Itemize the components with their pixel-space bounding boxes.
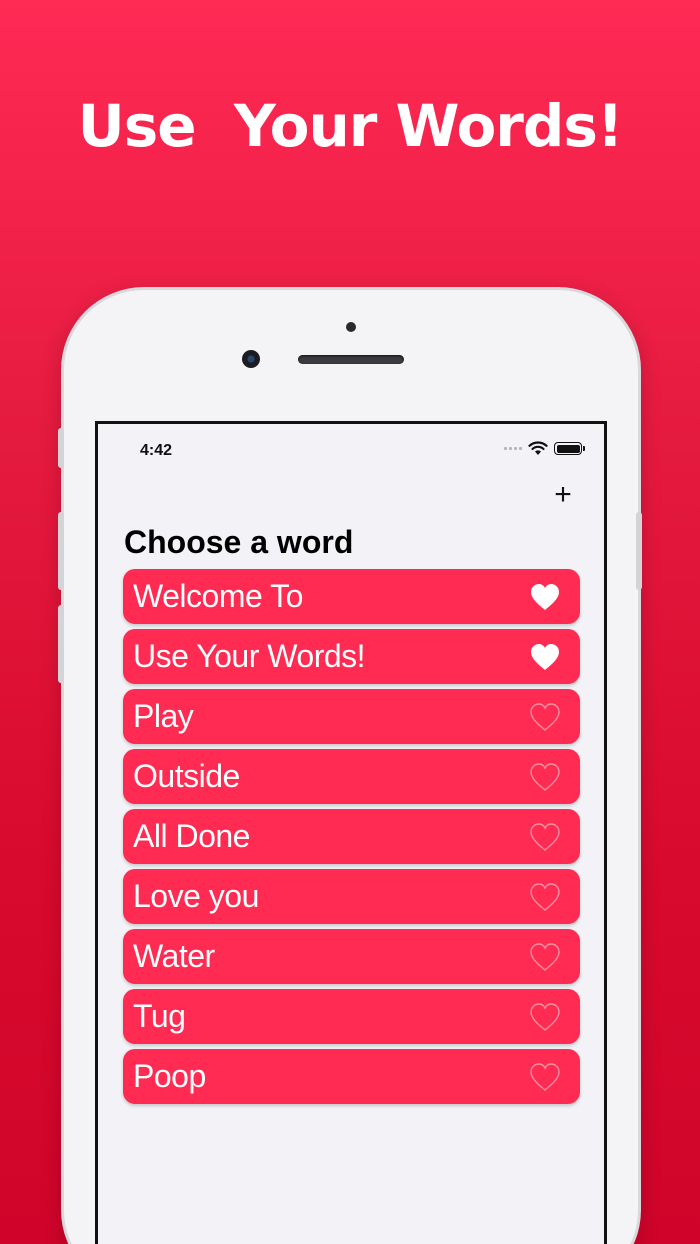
add-word-button[interactable]: + <box>548 480 578 510</box>
word-label: Poop <box>133 1058 206 1094</box>
promo-headline: Use Your Words! <box>77 92 624 160</box>
heart-outline-icon[interactable] <box>528 882 562 912</box>
front-camera <box>242 350 260 368</box>
word-row[interactable]: Outside <box>123 749 580 804</box>
battery-icon <box>554 442 585 455</box>
proximity-sensor <box>346 322 356 332</box>
heart-outline-icon[interactable] <box>528 822 562 852</box>
word-row[interactable]: Welcome To <box>123 569 580 624</box>
mute-switch <box>58 428 64 468</box>
heart-outline-icon[interactable] <box>528 1062 562 1092</box>
heart-outline-icon[interactable] <box>528 762 562 792</box>
word-list: Welcome To Use Your Words! Play Outside All … <box>123 569 580 1109</box>
word-label: Love you <box>133 878 259 914</box>
volume-down-button <box>58 605 64 683</box>
cellular-signal-icon <box>504 447 522 450</box>
word-label: Play <box>133 698 194 734</box>
word-row[interactable]: Play <box>123 689 580 744</box>
heart-filled-icon[interactable] <box>528 582 562 612</box>
page-title: Choose a word <box>124 524 354 560</box>
earpiece-speaker <box>298 355 404 364</box>
word-label: All Done <box>133 818 250 854</box>
status-time: 4:42 <box>140 442 173 459</box>
word-label: Outside <box>133 758 240 794</box>
heart-filled-icon[interactable] <box>528 642 562 672</box>
word-row[interactable]: Love you <box>123 869 580 924</box>
word-label: Use Your Words! <box>133 638 366 674</box>
heart-outline-icon[interactable] <box>528 702 562 732</box>
word-label: Tug <box>133 998 186 1034</box>
word-row[interactable]: All Done <box>123 809 580 864</box>
word-label: Welcome To <box>133 578 303 614</box>
volume-up-button <box>58 512 64 590</box>
app-screen: 4:42 + Choose a word Welcome To Use Your … <box>95 421 607 1244</box>
power-button <box>636 512 642 590</box>
word-row[interactable]: Water <box>123 929 580 984</box>
wifi-icon <box>528 441 548 455</box>
word-row[interactable]: Tug <box>123 989 580 1044</box>
heart-outline-icon[interactable] <box>528 1002 562 1032</box>
word-row[interactable]: Poop <box>123 1049 580 1104</box>
word-row[interactable]: Use Your Words! <box>123 629 580 684</box>
status-icons <box>504 441 585 456</box>
word-label: Water <box>133 938 215 974</box>
heart-outline-icon[interactable] <box>528 942 562 972</box>
